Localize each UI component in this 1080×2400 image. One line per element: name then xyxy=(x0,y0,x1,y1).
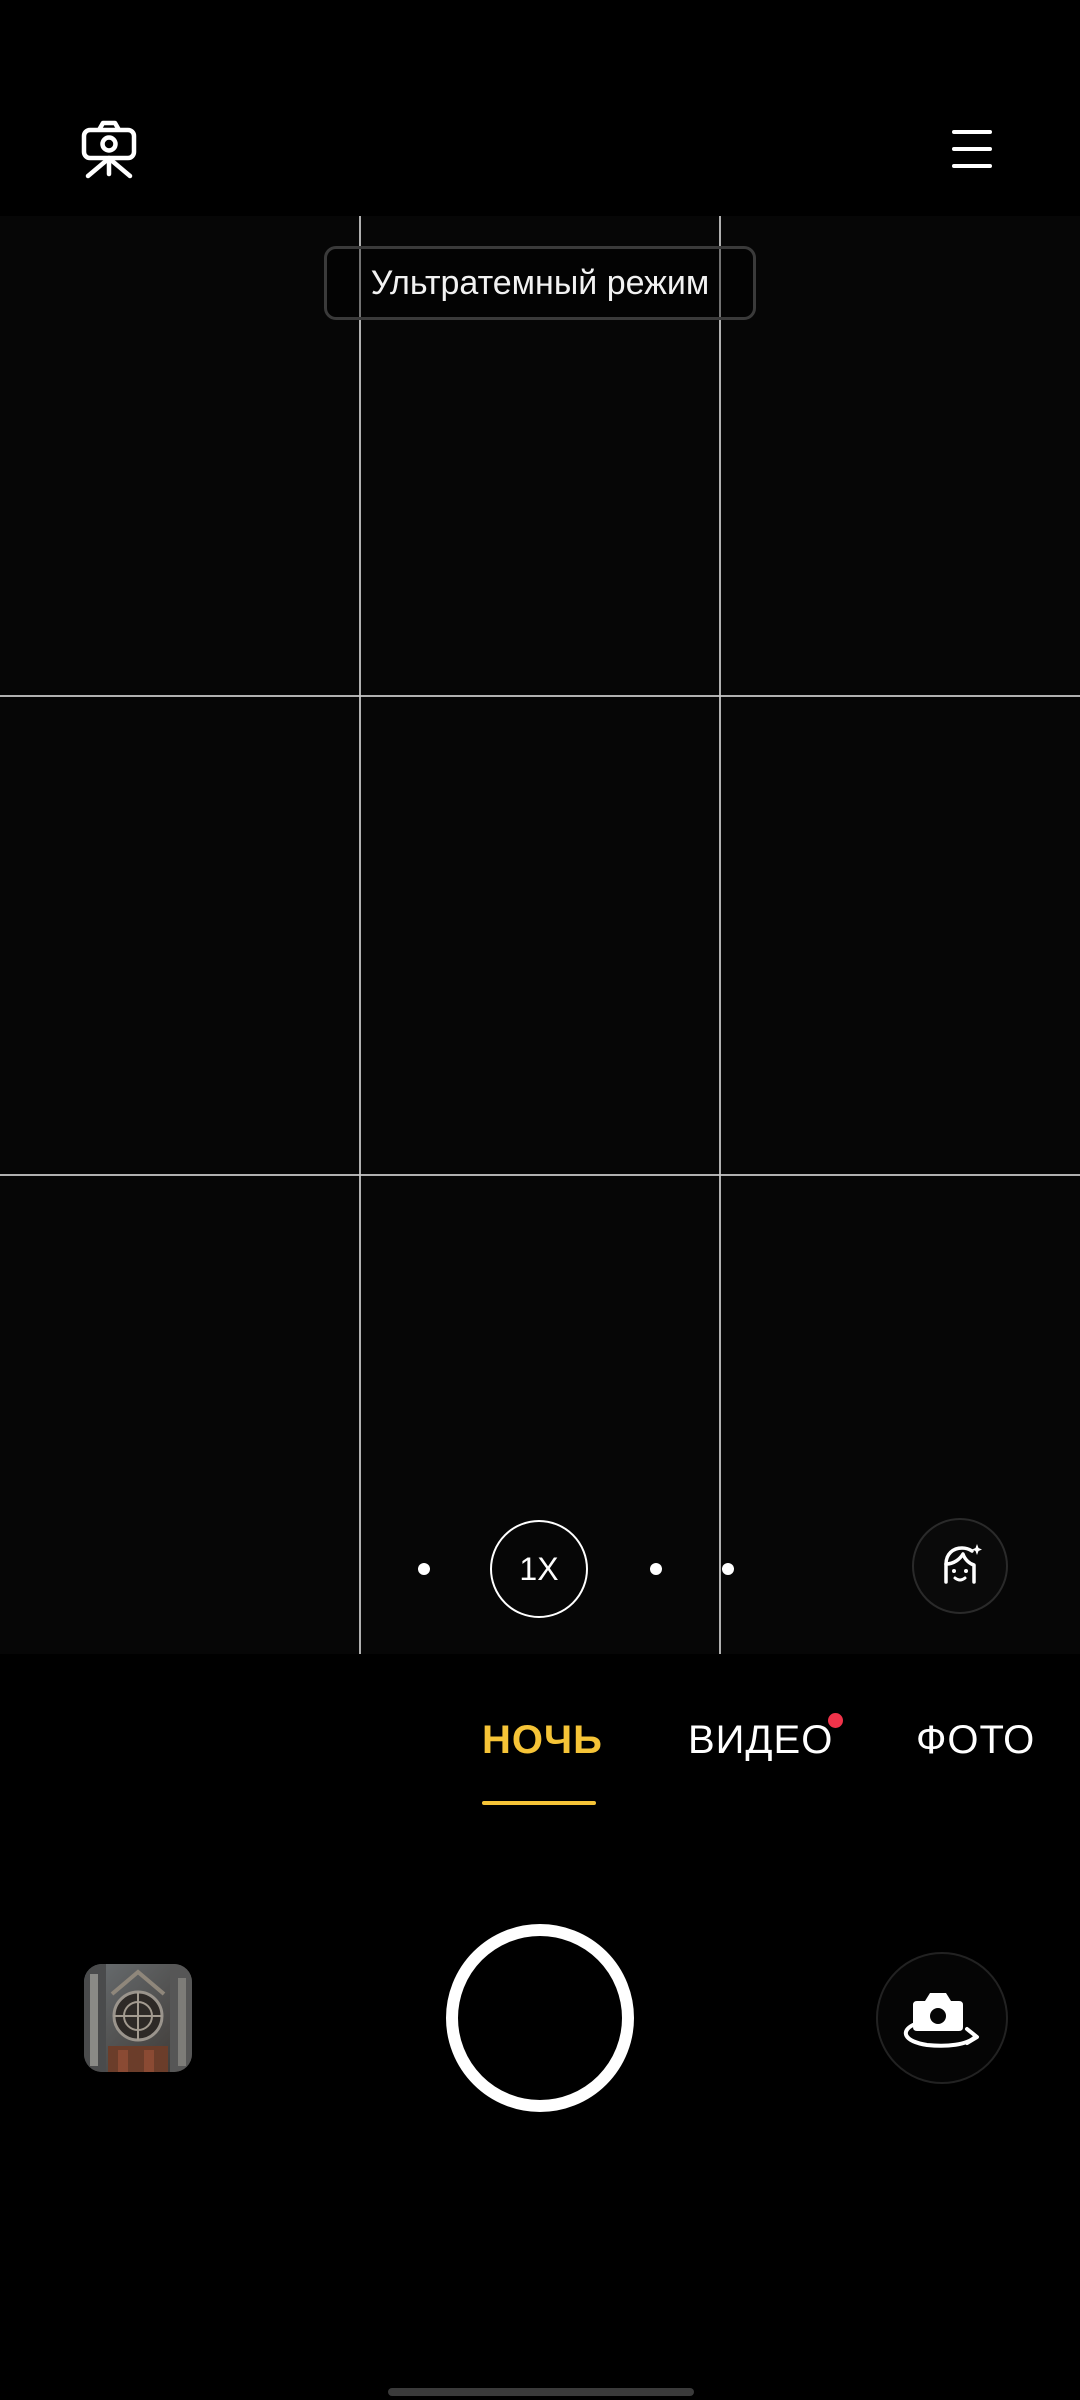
tripod-mode-button[interactable] xyxy=(74,114,144,184)
hamburger-menu-icon xyxy=(952,130,992,168)
mode-night-tab[interactable]: НОЧЬ xyxy=(482,1718,603,1763)
home-indicator[interactable] xyxy=(388,2388,694,2396)
gallery-thumbnail[interactable] xyxy=(84,1964,192,2072)
grid-line-vertical xyxy=(719,216,721,1654)
camera-viewfinder[interactable] xyxy=(0,216,1080,1654)
zoom-button[interactable]: 1X xyxy=(490,1520,588,1618)
menu-button[interactable] xyxy=(942,118,1000,180)
zoom-level-dot[interactable] xyxy=(418,1563,430,1575)
shutter-button[interactable] xyxy=(446,1924,634,2112)
mode-photo-tab[interactable]: ФОТО xyxy=(916,1718,1035,1763)
mode-video-tab[interactable]: ВИДЕО xyxy=(688,1718,833,1763)
beauty-button[interactable] xyxy=(912,1518,1008,1614)
gallery-thumbnail-image xyxy=(84,1964,192,2072)
face-beauty-icon xyxy=(944,1544,982,1584)
grid-line-horizontal xyxy=(0,1174,1080,1176)
new-badge-dot xyxy=(828,1713,843,1728)
zoom-level-dot[interactable] xyxy=(722,1563,734,1575)
grid-line-horizontal xyxy=(0,695,1080,697)
mode-tip-label: Ультратемный режим xyxy=(324,246,756,320)
zoom-label: 1X xyxy=(519,1550,559,1587)
flip-camera-button[interactable] xyxy=(876,1952,1008,2084)
grid-line-vertical xyxy=(359,216,361,1654)
zoom-level-dot[interactable] xyxy=(650,1563,662,1575)
selected-mode-indicator xyxy=(482,1801,596,1805)
flip-camera-icon xyxy=(903,1993,979,2048)
tripod-camera-icon xyxy=(81,120,137,179)
